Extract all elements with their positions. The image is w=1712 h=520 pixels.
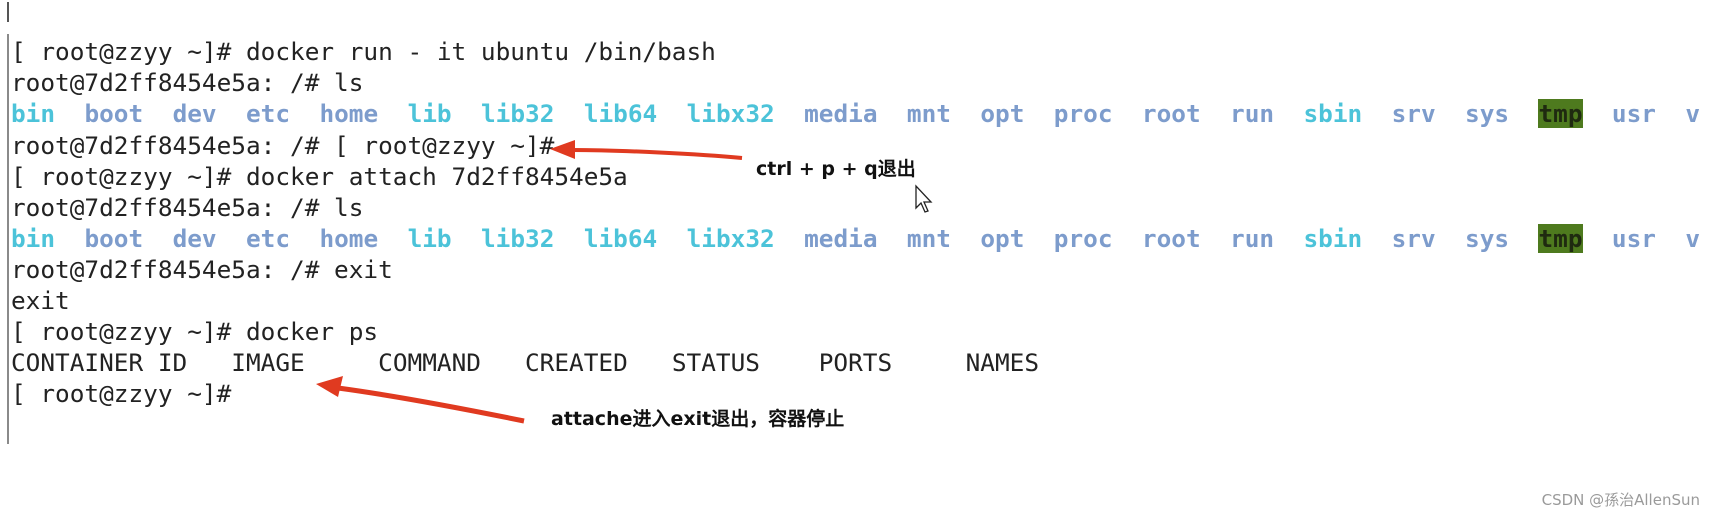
annotation-arrows	[316, 140, 933, 424]
terminal-screenshot: [ root@zzyy ~]# docker run - it ubuntu /…	[0, 0, 1712, 520]
annotation-attach-exit: attache进入exit退出，容器停止	[551, 408, 845, 430]
mouse-cursor-icon	[915, 184, 933, 213]
annotation-ctrl-p-q: ctrl + p + q退出	[756, 158, 916, 180]
watermark: CSDN @孫治AllenSun	[1541, 491, 1700, 509]
arrow-1	[550, 140, 743, 160]
arrow-2	[316, 376, 525, 424]
